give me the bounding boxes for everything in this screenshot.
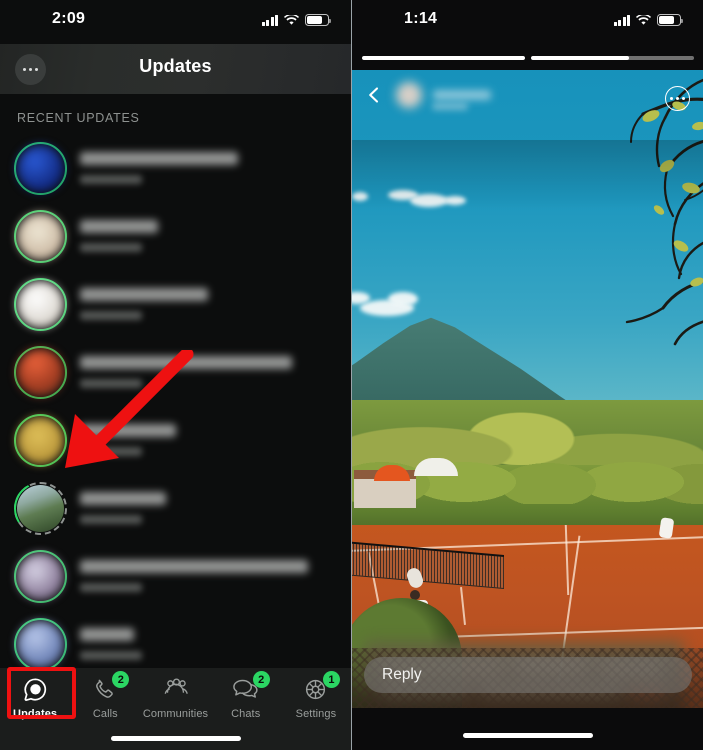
avatar[interactable] (14, 413, 67, 467)
status-icons (613, 14, 684, 26)
gear-icon: 1 (301, 671, 340, 703)
court-line (460, 586, 466, 626)
dual-phone-screenshot: 2:09 Updates RECENT UPDATES Updates 2 Ca… (0, 0, 703, 750)
cellular-bars-icon (613, 14, 630, 26)
story-progress-bars[interactable] (362, 56, 694, 60)
list-item-text (80, 288, 208, 320)
avatar[interactable] (14, 277, 67, 331)
left-status-bar: 2:09 (0, 0, 351, 44)
tab-label-communities: Communities (142, 708, 209, 720)
recent-updates-label: RECENT UPDATES (0, 94, 351, 134)
status-icons (261, 14, 332, 26)
poster-avatar[interactable] (396, 82, 422, 108)
list-item-text (80, 560, 308, 592)
badge-calls: 2 (112, 671, 130, 688)
story-progress-segment-1[interactable] (362, 56, 525, 60)
list-item[interactable] (0, 338, 351, 406)
list-item-text (80, 220, 158, 252)
tab-settings[interactable]: 1 Settings (281, 671, 351, 750)
more-options-icon[interactable] (665, 86, 690, 111)
list-item[interactable] (0, 202, 351, 270)
tree-branches (625, 78, 703, 346)
badge-settings: 1 (322, 671, 340, 688)
story-progress-segment-2[interactable] (531, 56, 694, 60)
chat-bubbles-icon: 2 (231, 671, 270, 703)
right-status-bar: 1:14 (352, 0, 703, 44)
list-item-text (80, 152, 238, 184)
badge-chats: 2 (252, 671, 270, 688)
phone-icon: 2 (90, 671, 130, 703)
avatar[interactable] (14, 481, 67, 535)
tab-label-calls: Calls (92, 708, 118, 720)
wifi-icon (284, 14, 299, 26)
list-item-text (80, 424, 176, 456)
list-item[interactable] (0, 270, 351, 338)
court-line (564, 524, 570, 596)
avatar[interactable] (14, 617, 67, 671)
page-title: Updates (139, 56, 212, 76)
poster-name (433, 90, 491, 100)
avatar[interactable] (14, 141, 67, 195)
cellular-bars-icon (261, 14, 278, 26)
chevron-left-icon[interactable] (366, 87, 382, 103)
list-item-text (80, 628, 142, 660)
people-group-icon (161, 675, 191, 703)
left-phone-updates-screen: 2:09 Updates RECENT UPDATES Updates 2 Ca… (0, 0, 351, 750)
avatar[interactable] (14, 345, 67, 399)
bottom-safe-area (352, 708, 703, 750)
annotation-highlight-box (7, 667, 76, 719)
home-indicator (110, 736, 241, 741)
list-item-text (80, 356, 292, 388)
avatar[interactable] (14, 209, 67, 263)
battery-icon (657, 14, 684, 26)
updates-list (0, 134, 351, 678)
list-item[interactable] (0, 406, 351, 474)
reply-placeholder: Reply (382, 666, 422, 683)
list-item[interactable] (0, 542, 351, 610)
status-time: 1:14 (404, 10, 438, 27)
status-time: 2:09 (52, 10, 86, 27)
wifi-icon (636, 14, 651, 26)
battery-icon (305, 14, 332, 26)
list-item[interactable] (0, 134, 351, 202)
list-item-highlighted[interactable] (0, 474, 351, 542)
player-far (658, 517, 675, 539)
story-header (352, 72, 703, 118)
avatar[interactable] (14, 549, 67, 603)
poster-timestamp (432, 103, 468, 110)
updates-header-bar: Updates (0, 0, 351, 94)
reply-input[interactable]: Reply (364, 657, 692, 693)
tab-label-chats: Chats (231, 708, 261, 720)
home-indicator (463, 733, 593, 738)
top-gradient-overlay (352, 140, 703, 210)
cloud (388, 292, 418, 306)
story-media[interactable] (352, 70, 703, 708)
list-item-text (80, 492, 166, 524)
tab-label-settings: Settings (295, 708, 337, 720)
right-phone-story-viewer: 1:14 Reply (351, 0, 703, 750)
